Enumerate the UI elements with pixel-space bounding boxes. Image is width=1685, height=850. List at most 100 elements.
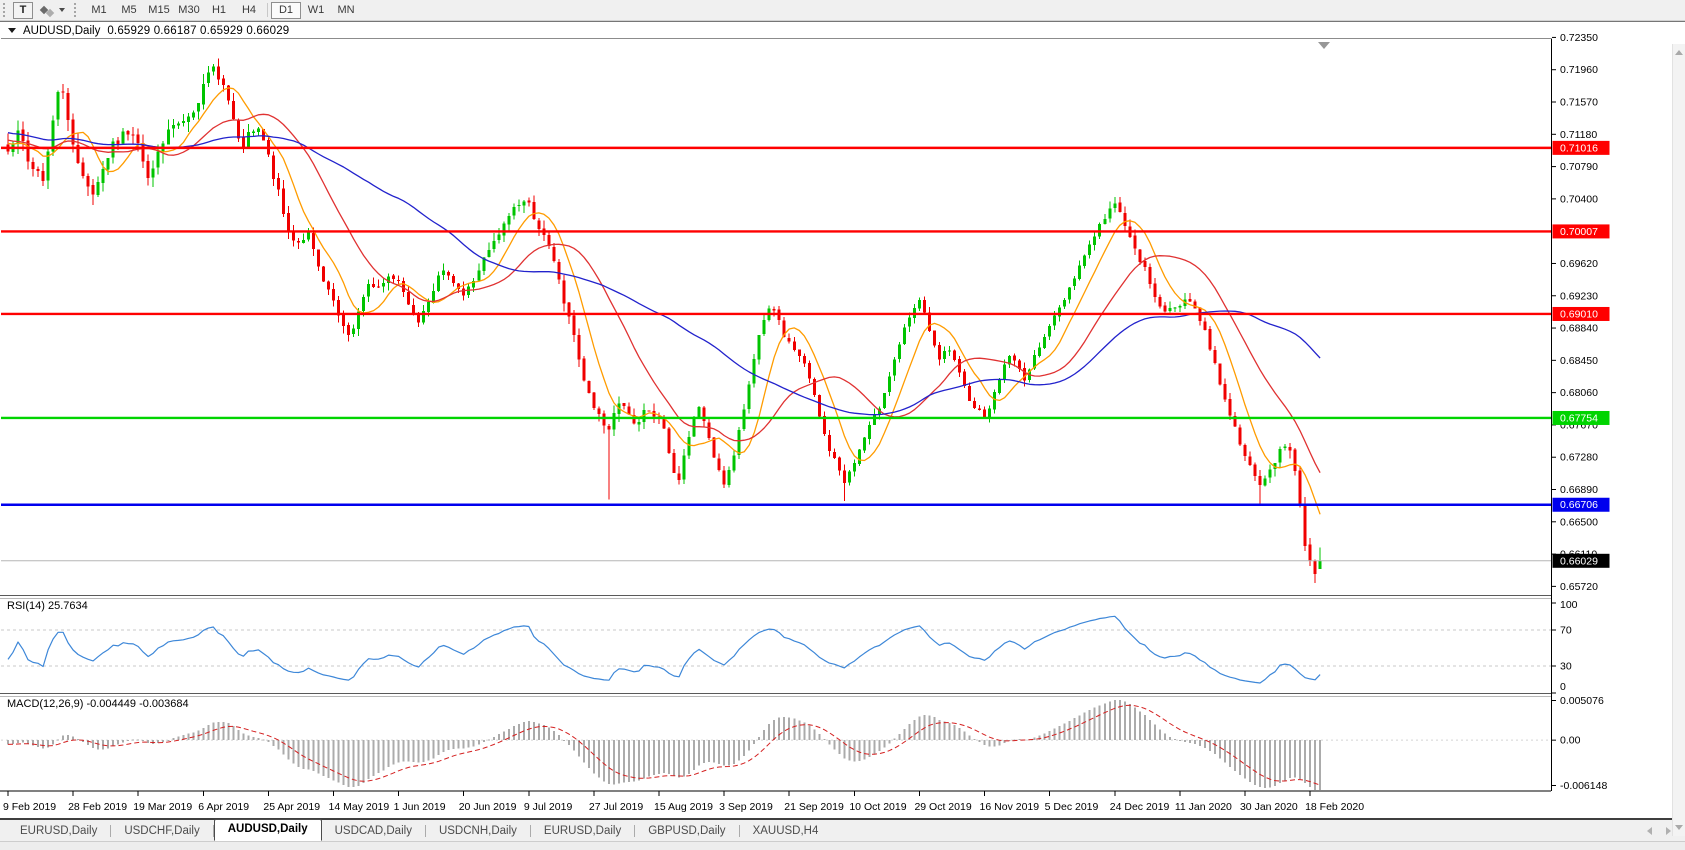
macd-axis: 0.005076 0.00 -0.006148 xyxy=(1552,695,1608,792)
timeframe-button-m15[interactable]: M15 xyxy=(144,2,174,19)
chart-shift-marker-icon xyxy=(1318,42,1330,49)
svg-text:0.71180: 0.71180 xyxy=(1560,129,1597,141)
svg-text:6 Apr 2019: 6 Apr 2019 xyxy=(198,801,249,813)
svg-text:24 Dec 2019: 24 Dec 2019 xyxy=(1110,801,1170,813)
svg-text:70: 70 xyxy=(1560,625,1572,637)
svg-text:27 Jul 2019: 27 Jul 2019 xyxy=(589,801,643,813)
svg-text:0.69620: 0.69620 xyxy=(1560,258,1598,270)
ma-line-8 xyxy=(8,88,1320,514)
timeframe-button-mn[interactable]: MN xyxy=(331,2,361,19)
timeframe-button-h4[interactable]: H4 xyxy=(234,2,264,19)
dropdown-caret-icon xyxy=(59,8,65,12)
svg-text:0.72350: 0.72350 xyxy=(1560,32,1598,44)
chart-tab-gbpusd[interactable]: GBPUSD,Daily xyxy=(635,822,738,841)
chart-tab-usdcad[interactable]: USDCAD,Daily xyxy=(322,822,425,841)
scroll-down-icon[interactable] xyxy=(1675,825,1683,830)
svg-text:9 Jul 2019: 9 Jul 2019 xyxy=(524,801,573,813)
svg-text:0.71570: 0.71570 xyxy=(1560,97,1598,109)
tab-scroll-left-button[interactable] xyxy=(1647,827,1652,835)
ma-line-50 xyxy=(8,133,1320,415)
svg-text:0.71960: 0.71960 xyxy=(1560,64,1598,76)
svg-text:0.71016: 0.71016 xyxy=(1560,142,1598,154)
top-toolbar: T M1 M5 M15 M30 H1 H4 D1 W1 MN xyxy=(0,0,1685,21)
macd-histogram xyxy=(7,700,1321,790)
chart-tab-eurusd[interactable]: EURUSD,Daily xyxy=(7,822,110,841)
svg-text:25 Apr 2019: 25 Apr 2019 xyxy=(263,801,320,813)
chart-ohlc-values: 0.65929 0.66187 0.65929 0.66029 xyxy=(107,25,289,37)
timeframe-button-m1[interactable]: M1 xyxy=(84,2,114,19)
svg-text:1 Jun 2019: 1 Jun 2019 xyxy=(394,801,446,813)
chart-collapse-icon[interactable] xyxy=(8,28,16,33)
rsi-panel xyxy=(1,616,1551,683)
tab-scroll-right-button[interactable] xyxy=(1666,827,1671,835)
status-bar xyxy=(0,841,1685,850)
rsi-axis: 100 70 30 0 xyxy=(1552,599,1578,693)
svg-text:0.00: 0.00 xyxy=(1560,735,1581,747)
svg-text:29 Oct 2019: 29 Oct 2019 xyxy=(914,801,971,813)
svg-text:21 Sep 2019: 21 Sep 2019 xyxy=(784,801,844,813)
price-chart-canvas[interactable]: 0.723500.719600.715700.711800.707900.704… xyxy=(0,23,1685,818)
svg-text:18 Feb 2020: 18 Feb 2020 xyxy=(1305,801,1364,813)
text-tool-button[interactable]: T xyxy=(13,2,33,19)
svg-text:0: 0 xyxy=(1560,681,1566,693)
svg-text:0.67754: 0.67754 xyxy=(1560,412,1598,424)
rsi-line xyxy=(8,616,1320,683)
svg-text:15 Aug 2019: 15 Aug 2019 xyxy=(654,801,713,813)
svg-text:-0.006148: -0.006148 xyxy=(1560,780,1607,792)
svg-text:0.69230: 0.69230 xyxy=(1560,290,1598,302)
terminal-screen: T M1 M5 M15 M30 H1 H4 D1 W1 MN AUDUSD,Da… xyxy=(0,0,1685,850)
svg-text:28 Feb 2019: 28 Feb 2019 xyxy=(68,801,127,813)
svg-text:10 Oct 2019: 10 Oct 2019 xyxy=(849,801,906,813)
main-price-panel xyxy=(0,58,1551,583)
svg-text:0.66029: 0.66029 xyxy=(1560,555,1598,567)
svg-text:0.66500: 0.66500 xyxy=(1560,516,1598,528)
svg-text:14 May 2019: 14 May 2019 xyxy=(329,801,390,813)
date-axis: 9 Feb 2019 28 Feb 2019 19 Mar 2019 6 Apr 20… xyxy=(3,791,1364,813)
svg-text:0.66706: 0.66706 xyxy=(1560,499,1598,511)
timeframe-button-m30[interactable]: M30 xyxy=(174,2,204,19)
svg-text:0.70007: 0.70007 xyxy=(1560,226,1598,238)
chart-tab-xauusd[interactable]: XAUUSD,H4 xyxy=(740,822,832,841)
chart-title-bar: AUDUSD,Daily 0.65929 0.66187 0.65929 0.6… xyxy=(1,23,1552,39)
timeframe-button-h1[interactable]: H1 xyxy=(204,2,234,19)
svg-text:30 Jan 2020: 30 Jan 2020 xyxy=(1240,801,1298,813)
timeframe-button-d1[interactable]: D1 xyxy=(271,2,301,19)
svg-text:0.67280: 0.67280 xyxy=(1560,452,1598,464)
price-axis: 0.723500.719600.715700.711800.707900.704… xyxy=(1552,32,1610,593)
svg-text:19 Mar 2019: 19 Mar 2019 xyxy=(133,801,192,813)
toolbar-grip xyxy=(3,3,9,17)
scroll-up-icon[interactable] xyxy=(1675,50,1683,55)
svg-text:0.70400: 0.70400 xyxy=(1560,193,1598,205)
svg-text:0.69010: 0.69010 xyxy=(1560,308,1598,320)
svg-text:0.005076: 0.005076 xyxy=(1560,695,1604,707)
chart-tab-usdchf[interactable]: USDCHF,Daily xyxy=(111,822,212,841)
svg-text:5 Dec 2019: 5 Dec 2019 xyxy=(1045,801,1099,813)
chart-tab-usdcnh[interactable]: USDCNH,Daily xyxy=(426,822,530,841)
chart-tab-bar: EURUSD,Daily USDCHF,Daily AUDUSD,Daily U… xyxy=(0,818,1685,841)
svg-text:0.68060: 0.68060 xyxy=(1560,387,1598,399)
rsi-indicator-label: RSI(14) 25.7634 xyxy=(7,600,88,612)
svg-text:0.66890: 0.66890 xyxy=(1560,484,1598,496)
svg-text:100: 100 xyxy=(1560,599,1578,611)
svg-text:0.68450: 0.68450 xyxy=(1560,355,1598,367)
svg-text:3 Sep 2019: 3 Sep 2019 xyxy=(719,801,773,813)
macd-indicator-label: MACD(12,26,9) -0.004449 -0.003684 xyxy=(7,698,189,710)
chart-tab-eurusd-2[interactable]: EURUSD,Daily xyxy=(531,822,634,841)
svg-text:0.65720: 0.65720 xyxy=(1560,581,1598,593)
timeframe-button-w1[interactable]: W1 xyxy=(301,2,331,19)
svg-text:20 Jun 2019: 20 Jun 2019 xyxy=(459,801,517,813)
svg-text:11 Jan 2020: 11 Jan 2020 xyxy=(1175,801,1232,813)
svg-text:9 Feb 2019: 9 Feb 2019 xyxy=(3,801,56,813)
macd-panel xyxy=(1,700,1551,790)
svg-text:30: 30 xyxy=(1560,661,1572,673)
chart-tab-audusd[interactable]: AUDUSD,Daily xyxy=(214,819,322,841)
toolbar-grip-2 xyxy=(74,3,80,17)
svg-text:16 Nov 2019: 16 Nov 2019 xyxy=(980,801,1040,813)
timeframe-button-m5[interactable]: M5 xyxy=(114,2,144,19)
indicator-style-button[interactable] xyxy=(38,2,68,19)
toolbar-separator xyxy=(267,3,268,17)
chart-vertical-scrollbar[interactable] xyxy=(1672,44,1685,836)
chart-window: AUDUSD,Daily 0.65929 0.66187 0.65929 0.6… xyxy=(0,21,1685,818)
svg-text:0.68840: 0.68840 xyxy=(1560,323,1598,335)
chart-title: AUDUSD,Daily xyxy=(23,25,100,37)
